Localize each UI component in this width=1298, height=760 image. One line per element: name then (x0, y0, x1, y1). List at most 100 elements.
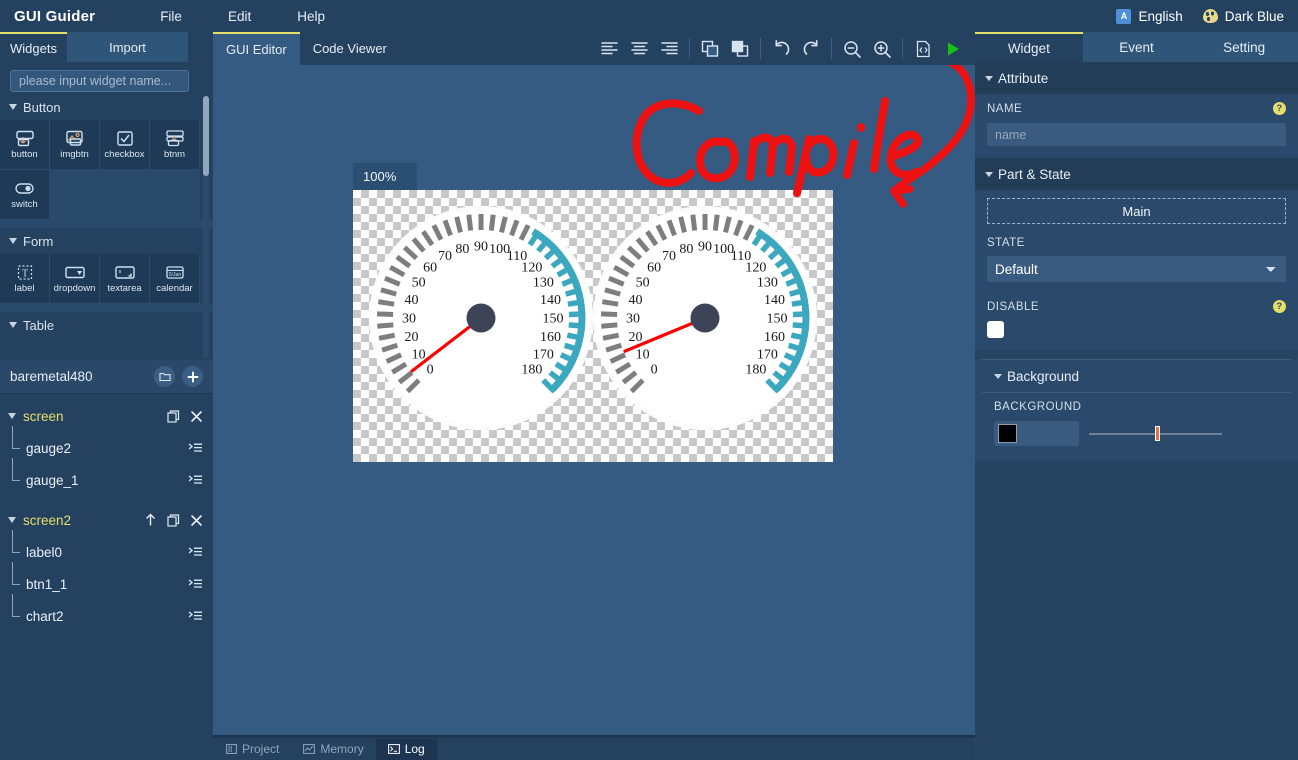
widget-item-label[interactable]: T label (0, 254, 50, 304)
menu-edit[interactable]: Edit (205, 3, 274, 30)
gauge-scale-label: 0 (651, 362, 658, 377)
tab-widget[interactable]: Widget (975, 32, 1083, 62)
gauge-widget-gauge_1[interactable]: 010203040506070 80 90 100110120130140150160… (585, 198, 825, 438)
widget-item-textarea[interactable]: textarea (100, 254, 150, 304)
help-icon[interactable]: ? (1273, 102, 1286, 115)
gauge-scale-label: 160 (540, 330, 561, 345)
section-background-header[interactable]: Background (975, 360, 1298, 392)
widget-label-button: button (11, 149, 38, 161)
copy-icon[interactable] (167, 513, 180, 527)
list-icon[interactable] (188, 442, 203, 454)
close-icon[interactable] (190, 514, 203, 527)
widget-label-calendar: calendar (156, 283, 193, 295)
list-icon[interactable] (188, 578, 203, 590)
order-group (695, 32, 755, 65)
palette-icon (1202, 9, 1218, 23)
name-input[interactable] (987, 123, 1286, 146)
background-label: BACKGROUND (994, 401, 1082, 413)
widget-item-btnm[interactable]: btnm (150, 120, 200, 170)
design-canvas[interactable]: 100% 0 10 20 30 40 50 60 70 80 90 100 110 120 130 140 1… (213, 65, 975, 760)
tree-screen2-root[interactable]: screen2 (0, 504, 213, 536)
menu-file[interactable]: File (137, 3, 205, 30)
widget-item-checkbox[interactable]: checkbox (100, 120, 150, 170)
bottom-tab-project[interactable]: Project (213, 739, 291, 760)
list-icon[interactable] (188, 546, 203, 558)
language-selector[interactable]: A English (1116, 8, 1183, 24)
copy-icon[interactable] (167, 409, 180, 423)
chevron-down-icon[interactable] (8, 413, 16, 419)
close-icon[interactable] (190, 410, 203, 423)
send-backward-button[interactable] (725, 34, 755, 64)
tab-code-viewer[interactable]: Code Viewer (300, 32, 400, 65)
up-arrow-icon[interactable] (144, 513, 157, 527)
tab-gui-editor[interactable]: GUI Editor (213, 32, 300, 65)
tree-screen-root[interactable]: screen (0, 400, 213, 432)
simulator-frame[interactable]: 0 10 20 30 40 50 60 70 80 90 100 110 120 130 140 150 160… (353, 190, 833, 462)
tree-item-btn1_1[interactable]: btn1_1 (0, 562, 213, 600)
background-color-picker[interactable] (994, 421, 1079, 446)
widget-item-dropdown[interactable]: dropdown (50, 254, 100, 304)
screen-tree-panel: baremetal480 screen gauge2 gauge_1 scree… (0, 360, 213, 760)
tab-setting[interactable]: Setting (1190, 32, 1298, 62)
gauge-widget-gauge2[interactable]: 010203040506070 80 90 100110120130140150160… (361, 198, 601, 438)
tree-item-gauge2[interactable]: gauge2 (0, 426, 213, 464)
tree-item-chart2[interactable]: chart2 (0, 594, 213, 632)
align-center-button[interactable] (624, 34, 654, 64)
tab-widgets[interactable]: Widgets (0, 32, 67, 62)
theme-selector[interactable]: Dark Blue (1202, 9, 1284, 24)
widget-item-button[interactable]: button (0, 120, 50, 170)
tree-item-label0[interactable]: label0 (0, 530, 213, 568)
section-header-table[interactable]: Table (0, 312, 213, 338)
scrollbar-thumb[interactable] (203, 96, 209, 176)
part-selector-block: Main (975, 190, 1298, 234)
bottom-tab-log[interactable]: Log (375, 739, 437, 760)
bottom-tab-memory[interactable]: Memory (291, 739, 375, 760)
memory-chart-icon (303, 744, 316, 755)
tree-item-gauge_1[interactable]: gauge_1 (0, 458, 213, 496)
section-attribute-title: Attribute (998, 70, 1049, 86)
disable-checkbox[interactable] (987, 321, 1004, 338)
gauge-scale-label: 130 (533, 276, 554, 291)
zoom-in-button[interactable] (867, 34, 897, 64)
widget-item-switch[interactable]: switch (0, 170, 50, 220)
section-header-form[interactable]: Form (0, 228, 213, 254)
state-label: STATE (987, 237, 1025, 249)
bring-forward-button[interactable] (695, 34, 725, 64)
color-swatch[interactable] (998, 424, 1017, 443)
left-panel-tabs: Widgets Import (0, 32, 213, 62)
undo-button[interactable] (766, 34, 796, 64)
background-opacity-slider[interactable] (1089, 421, 1222, 446)
align-left-button[interactable] (594, 34, 624, 64)
list-icon[interactable] (188, 474, 203, 486)
widget-grid-button: button imgbtn checkbox btnm switch (0, 120, 213, 220)
align-right-button[interactable] (654, 34, 684, 64)
checkbox-icon (114, 129, 136, 147)
editor-toolbar: GUI Editor Code Viewer (213, 32, 975, 65)
redo-button[interactable] (796, 34, 826, 64)
menu-help[interactable]: Help (274, 3, 348, 30)
gauge-tick (601, 322, 618, 329)
open-folder-button[interactable] (154, 366, 175, 387)
slider-thumb[interactable] (1155, 426, 1160, 441)
language-label: English (1138, 8, 1183, 24)
section-header-button[interactable]: Button (0, 94, 213, 120)
help-icon[interactable]: ? (1273, 300, 1286, 313)
part-main-button[interactable]: Main (987, 198, 1286, 224)
gauge-scale-label: 170 (757, 348, 778, 363)
widget-item-calendar[interactable]: 5/Jan calendar (150, 254, 200, 304)
zoom-out-button[interactable] (837, 34, 867, 64)
widget-item-imgbtn[interactable]: imgbtn (50, 120, 100, 170)
widget-catalog: Button button imgbtn checkbox btnm switc… (0, 94, 213, 358)
tab-event[interactable]: Event (1082, 32, 1191, 62)
section-part-state-header[interactable]: Part & State (975, 158, 1298, 190)
state-select[interactable]: Default (987, 256, 1286, 282)
chevron-down-icon[interactable] (8, 517, 16, 523)
list-icon[interactable] (188, 610, 203, 622)
generate-code-button[interactable] (908, 34, 938, 64)
compile-run-button[interactable] (938, 34, 968, 64)
section-attribute-header[interactable]: Attribute (975, 62, 1298, 94)
widget-search-input[interactable] (10, 70, 189, 92)
widget-panel-scrollbar[interactable] (203, 96, 209, 358)
tab-import[interactable]: Import (67, 32, 188, 62)
add-screen-button[interactable] (182, 366, 203, 387)
